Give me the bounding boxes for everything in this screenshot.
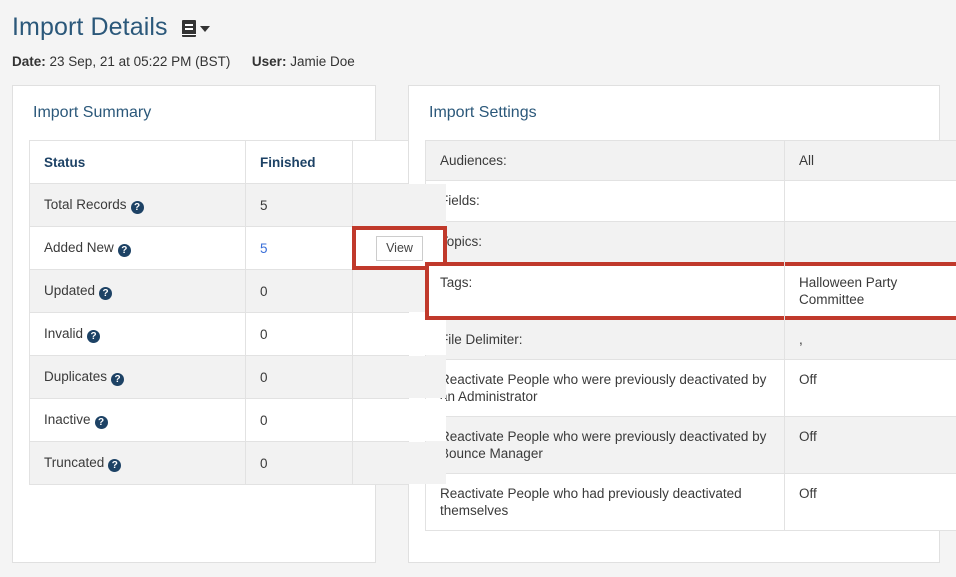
table-row: Total Records?5 [30, 184, 447, 227]
table-row: Added New? 5 View [30, 227, 447, 270]
book-icon [182, 20, 196, 37]
help-icon[interactable]: ? [99, 287, 112, 300]
table-row: Truncated?0 [30, 442, 447, 485]
status-label-cell: Updated? [30, 270, 246, 313]
user-label: User: [252, 54, 287, 69]
count-cell: 0 [246, 442, 353, 485]
setting-value: All [785, 141, 956, 181]
user-value: Jamie Doe [290, 54, 355, 69]
action-cell [353, 184, 447, 227]
cards-container: Import Summary Status Finished Total Rec… [0, 69, 956, 563]
settings-row: Reactivate People who were previously de… [426, 360, 956, 417]
setting-label: Tags: [426, 263, 785, 320]
table-row: Invalid?0 [30, 313, 447, 356]
table-row: Inactive?0 [30, 399, 447, 442]
report-menu-button[interactable] [182, 20, 210, 37]
setting-value: Off [785, 360, 956, 417]
import-settings-table: Audiences:AllFields:Topics:Tags:Hallowee… [425, 140, 956, 531]
setting-label: Reactivate People who were previously de… [426, 360, 785, 417]
setting-value: Halloween PartyCommittee [785, 263, 956, 320]
setting-value: Off [785, 474, 956, 531]
setting-value-line: Halloween Party [799, 274, 956, 291]
settings-row: Topics: [426, 222, 956, 263]
status-label: Duplicates [44, 369, 107, 384]
help-icon[interactable]: ? [111, 373, 124, 386]
settings-row: Reactivate People who were previously de… [426, 417, 956, 474]
column-header-status: Status [30, 141, 246, 184]
action-cell [353, 399, 447, 442]
setting-value: Off [785, 417, 956, 474]
status-label-cell: Invalid? [30, 313, 246, 356]
view-button[interactable]: View [376, 236, 423, 261]
chevron-down-icon [200, 26, 210, 32]
count-cell: 0 [246, 356, 353, 399]
status-label: Invalid [44, 326, 83, 341]
help-icon[interactable]: ? [118, 244, 131, 257]
settings-row: Reactivate People who had previously dea… [426, 474, 956, 531]
setting-value: , [785, 320, 956, 360]
column-header-finished: Finished [246, 141, 353, 184]
import-settings-card: Import Settings Audiences:AllFields:Topi… [408, 85, 940, 563]
setting-label: Audiences: [426, 141, 785, 181]
setting-label: Topics: [426, 222, 785, 263]
settings-row: File Delimiter:, [426, 320, 956, 360]
table-row: Updated?0 [30, 270, 447, 313]
setting-label: Fields: [426, 181, 785, 222]
setting-label: Reactivate People who were previously de… [426, 417, 785, 474]
status-label: Inactive [44, 412, 91, 427]
date-value: 23 Sep, 21 at 05:22 PM (BST) [50, 54, 231, 69]
setting-value [785, 181, 956, 222]
settings-row: Fields: [426, 181, 956, 222]
count-cell: 0 [246, 270, 353, 313]
status-label: Truncated [44, 455, 104, 470]
status-label-cell: Duplicates? [30, 356, 246, 399]
help-icon[interactable]: ? [108, 459, 121, 472]
help-icon[interactable]: ? [87, 330, 100, 343]
count-cell: 5 [246, 227, 353, 270]
page-title: Import Details [12, 12, 168, 42]
help-icon[interactable]: ? [95, 416, 108, 429]
table-row: Duplicates?0 [30, 356, 447, 399]
import-summary-card: Import Summary Status Finished Total Rec… [12, 85, 376, 563]
import-summary-title: Import Summary [13, 86, 375, 122]
import-summary-table: Status Finished Total Records?5Added New… [29, 140, 447, 485]
import-settings-title: Import Settings [409, 86, 939, 122]
table-header-row: Status Finished [30, 141, 447, 184]
import-meta: Date: 23 Sep, 21 at 05:22 PM (BST) User:… [12, 54, 956, 69]
setting-value [785, 222, 956, 263]
date-label: Date: [12, 54, 46, 69]
count-cell: 5 [246, 184, 353, 227]
count-cell: 0 [246, 399, 353, 442]
setting-value-line: Committee [799, 291, 956, 308]
title-row: Import Details [12, 10, 956, 44]
status-label-cell: Added New? [30, 227, 246, 270]
status-label-cell: Truncated? [30, 442, 246, 485]
action-cell [353, 356, 447, 399]
settings-row-tags: Tags:Halloween PartyCommittee [426, 263, 956, 320]
page-header: Import Details Date: 23 Sep, 21 at 05:22… [0, 0, 956, 69]
status-label: Added New [44, 240, 114, 255]
status-label: Updated [44, 283, 95, 298]
status-label: Total Records [44, 197, 127, 212]
count-cell: 0 [246, 313, 353, 356]
count-link[interactable]: 5 [260, 241, 268, 256]
setting-label: Reactivate People who had previously dea… [426, 474, 785, 531]
action-cell [353, 442, 447, 485]
status-label-cell: Total Records? [30, 184, 246, 227]
status-label-cell: Inactive? [30, 399, 246, 442]
setting-label: File Delimiter: [426, 320, 785, 360]
settings-row: Audiences:All [426, 141, 956, 181]
help-icon[interactable]: ? [131, 201, 144, 214]
